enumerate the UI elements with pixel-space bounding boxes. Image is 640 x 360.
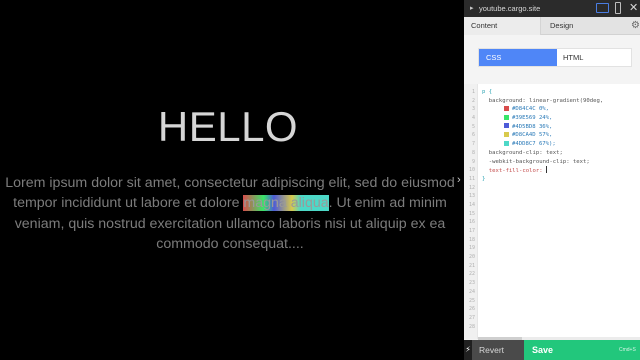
code-line: 22 xyxy=(464,270,640,279)
mode-switch: CSS HTML xyxy=(478,48,632,67)
code-line: 27 xyxy=(464,314,640,323)
line-number: 28 xyxy=(468,323,475,330)
line-number: 14 xyxy=(468,201,475,208)
lightning-icon[interactable]: ⚡ xyxy=(464,340,472,360)
line-number: 25 xyxy=(468,297,475,304)
code-line: 14 xyxy=(464,201,640,210)
caret-right-icon[interactable]: ▸ xyxy=(470,4,474,12)
save-shortcut-hint: Cmd+S xyxy=(619,347,636,353)
code-line: 6 #D8CA4D 57%, xyxy=(471,131,553,139)
code-line: 11} xyxy=(468,175,486,182)
code-line: 1p { xyxy=(471,89,493,95)
code-line: 16 xyxy=(464,218,640,227)
gear-icon[interactable]: ⚙ xyxy=(631,20,640,32)
code-line: 12 xyxy=(464,184,640,193)
code-line: 24 xyxy=(464,288,640,297)
line-number: 22 xyxy=(468,271,475,278)
text-cursor xyxy=(546,166,547,174)
code-line: 17 xyxy=(464,227,640,236)
code-line: 7 #4DD8C7 67%); xyxy=(471,140,556,148)
page-heading: HELLO xyxy=(157,103,299,150)
code-line: 13 xyxy=(464,192,640,201)
body-paragraph: Lorem ipsum dolor sit amet, consectetur … xyxy=(4,173,456,255)
color-swatch[interactable] xyxy=(504,140,509,146)
line-number: 18 xyxy=(468,236,475,243)
close-icon[interactable]: ✕ xyxy=(629,1,638,15)
line-number: 24 xyxy=(468,288,475,295)
code-line: 5 #4D5BD8 36%, xyxy=(471,123,553,130)
line-number: 26 xyxy=(468,306,475,313)
css-mode-button[interactable]: CSS xyxy=(479,49,557,66)
color-swatch[interactable] xyxy=(504,105,509,111)
code-line: 8 background-clip: text; xyxy=(471,149,563,156)
mobile-view-icon[interactable] xyxy=(615,2,621,14)
color-swatch[interactable] xyxy=(504,131,509,137)
line-number: 23 xyxy=(468,280,475,287)
gradient-highlight-text: magna aliqua xyxy=(243,195,329,212)
expand-arrow-icon[interactable]: › xyxy=(457,174,461,186)
revert-button[interactable]: Revert xyxy=(472,340,524,360)
site-url[interactable]: youtube.cargo.site xyxy=(479,4,540,13)
tab-design[interactable]: Design xyxy=(542,17,630,35)
code-line: 20 xyxy=(464,253,640,262)
color-swatch[interactable] xyxy=(504,123,509,129)
line-number: 20 xyxy=(468,254,475,261)
code-line: 9 -webkit-background-clip: text; xyxy=(471,158,590,165)
code-lines: 1p { 2 background: linear-gradient(90deg… xyxy=(464,88,640,331)
code-line: 4 #39E569 24%, xyxy=(471,114,553,122)
site-preview: HELLO Lorem ipsum dolor sit amet, consec… xyxy=(0,0,464,360)
code-line: 26 xyxy=(464,305,640,314)
code-line: 21 xyxy=(464,262,640,271)
line-number: 27 xyxy=(468,314,475,321)
line-number: 19 xyxy=(468,245,475,252)
code-line: 23 xyxy=(464,279,640,288)
code-line: 15 xyxy=(464,210,640,219)
html-mode-button[interactable]: HTML xyxy=(557,49,631,66)
code-line: 2 background: linear-gradient(90deg, xyxy=(471,97,604,104)
code-line: 10 text-fill-color: xyxy=(468,166,547,175)
line-number: 17 xyxy=(468,228,475,234)
editor-bottombar: ⚡ Revert Save Cmd+S xyxy=(464,340,640,360)
line-number: 21 xyxy=(468,262,475,269)
color-swatch[interactable] xyxy=(504,114,509,120)
code-line: 19 xyxy=(464,244,640,253)
save-label: Save xyxy=(532,345,554,355)
editor-topbar: ▸ youtube.cargo.site ✕ xyxy=(464,0,640,17)
css-code-editor[interactable]: 1p { 2 background: linear-gradient(90deg… xyxy=(464,84,640,339)
line-number: 13 xyxy=(468,193,475,200)
save-button[interactable]: Save Cmd+S xyxy=(524,340,640,360)
editor-panel: ▸ youtube.cargo.site ✕ Content Design ⚙ … xyxy=(464,0,640,360)
code-line: 18 xyxy=(464,236,640,245)
line-number: 15 xyxy=(468,210,475,217)
line-number: 16 xyxy=(468,219,475,226)
code-line: 3 #D84C4C 0%, xyxy=(471,105,550,113)
tab-content[interactable]: Content xyxy=(464,17,541,35)
editor-tabs: Content Design ⚙ xyxy=(464,17,640,35)
code-line: 28 xyxy=(464,323,640,332)
line-number: 12 xyxy=(468,184,475,191)
code-line: 25 xyxy=(464,297,640,306)
desktop-view-icon[interactable] xyxy=(596,3,609,13)
